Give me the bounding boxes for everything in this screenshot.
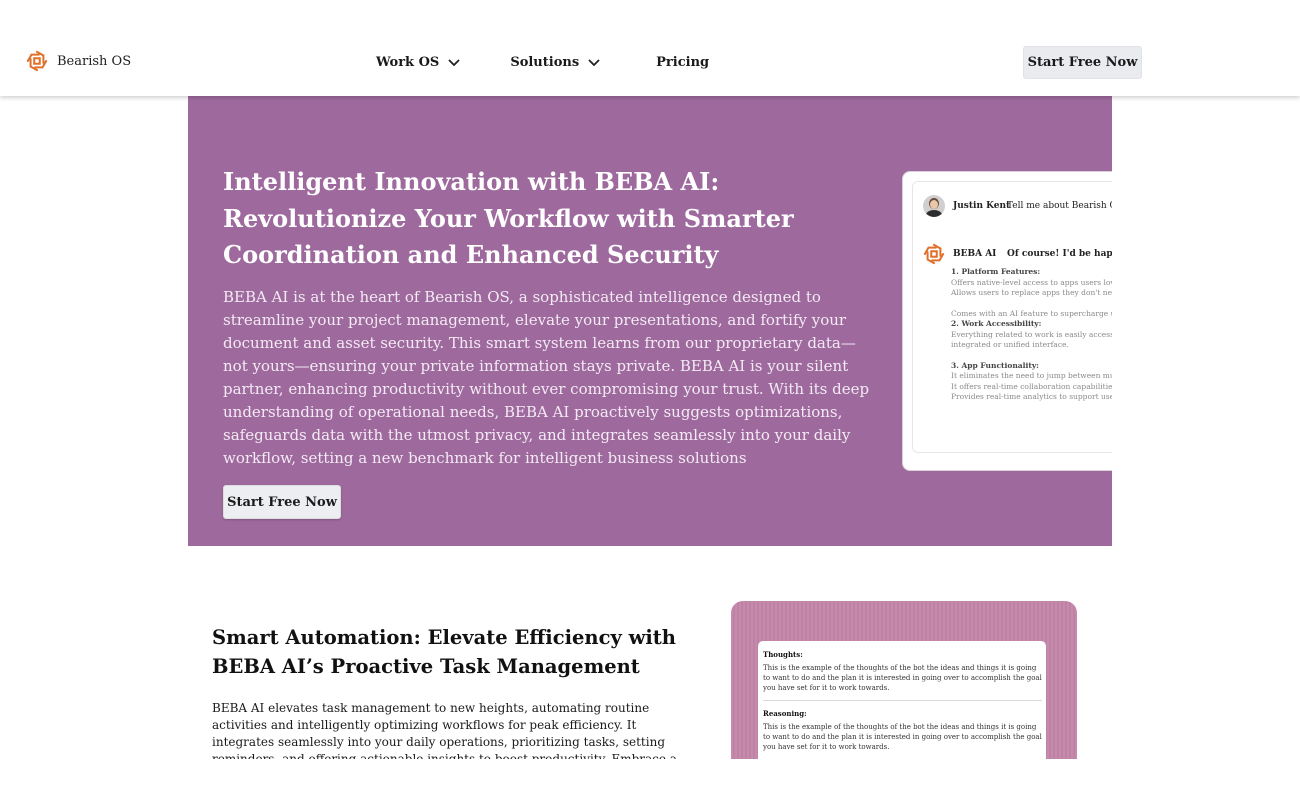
response-line: Provides real-time analytics to support … — [951, 392, 1112, 401]
site-header: Bearish OS Work OS Solutions Pricing Sta… — [0, 0, 1300, 96]
automation-title: Smart Automation: Elevate Efficiency wit… — [212, 626, 676, 678]
nav-solutions[interactable]: Solutions — [510, 55, 600, 70]
avatar — [923, 195, 945, 217]
thoughts-text: This is the example of the thoughts of t… — [763, 664, 1042, 692]
reasoning-label: Reasoning: — [763, 709, 807, 718]
response-heading: 2. Work Accessibility: — [951, 319, 1042, 328]
start-free-now-button[interactable]: Start Free Now — [1023, 46, 1142, 79]
response-line: Comes with an AI feature to supercharge … — [951, 308, 1112, 318]
automation-description: BEBA AI elevates task management to new … — [212, 701, 677, 759]
response-line: Everything related to work is easily acc… — [951, 329, 1112, 339]
bearish-logo-icon — [26, 50, 48, 72]
response-line: It eliminates the need to jump between m… — [951, 371, 1112, 380]
chat-user-name: Justin Kent — [953, 201, 1011, 211]
response-line: Offers native-level access to apps users… — [951, 277, 1112, 287]
chat-ai-name: BEBA AI — [953, 249, 997, 259]
brand-logo[interactable]: Bearish OS — [26, 50, 131, 72]
beba-ai-logo-icon — [923, 243, 945, 265]
chat-user-message: Tell me about Bearish OS. — [1007, 201, 1112, 211]
response-heading: 3. App Functionality: — [951, 360, 1039, 370]
brand-name: Bearish OS — [57, 53, 132, 69]
hero-description: BEBA AI is at the heart of Bearish OS, a… — [223, 288, 870, 467]
hero-section: Intelligent Innovation with BEBA AI: Rev… — [188, 96, 1112, 546]
chat-ai-row: BEBA AI Of course! I'd be happy to — [923, 243, 1112, 265]
thoughts-preview-card: Thoughts: This is the example of the tho… — [731, 601, 1077, 759]
divider — [763, 700, 1042, 701]
nav-pricing[interactable]: Pricing — [656, 55, 709, 70]
chat-user-row: Justin Kent Tell me about Bearish OS. — [923, 195, 1112, 217]
nav-pricing-label: Pricing — [656, 55, 710, 70]
reasoning-text: This is the example of the thoughts of t… — [763, 723, 1042, 751]
main-nav: Work OS Solutions Pricing — [376, 55, 709, 70]
hero-title: Intelligent Innovation with BEBA AI: Rev… — [223, 167, 794, 269]
chat-preview-card: Justin Kent Tell me about Bearish OS. BE… — [902, 171, 1112, 471]
hero-start-free-now-button[interactable]: Start Free Now — [223, 485, 341, 519]
response-line: It offers real-time collaboration capabi… — [951, 381, 1112, 391]
chat-ai-response: 1. Platform Features: Offers native-leve… — [951, 267, 1112, 403]
chevron-down-icon — [448, 58, 460, 66]
chevron-down-icon — [588, 58, 600, 66]
nav-solutions-label: Solutions — [510, 55, 580, 70]
nav-work-os[interactable]: Work OS — [376, 55, 460, 70]
nav-work-os-label: Work OS — [376, 55, 440, 70]
response-heading: 1. Platform Features: — [951, 267, 1041, 276]
thoughts-label: Thoughts: — [763, 650, 803, 659]
chat-ai-message: Of course! I'd be happy to — [1007, 249, 1112, 259]
thoughts-panel: Thoughts: This is the example of the tho… — [758, 641, 1046, 759]
response-line: Allows users to replace apps they don't … — [951, 288, 1112, 297]
response-line: integrated or unified interface. — [951, 340, 1069, 349]
